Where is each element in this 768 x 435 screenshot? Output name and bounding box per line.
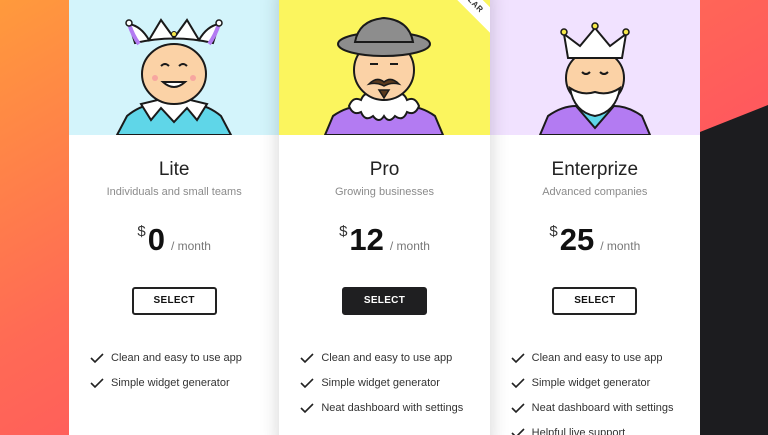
check-icon <box>300 402 314 413</box>
plan-name: Pro <box>369 159 400 180</box>
feature-list: Clean and easy to use app Simple widget … <box>490 345 700 435</box>
feature-label: Neat dashboard with settings <box>531 401 674 414</box>
price-period: / month <box>600 239 641 253</box>
plan-price: $ 0 / month <box>69 222 279 258</box>
price-amount: 0 <box>147 222 165 257</box>
list-item: Simple widget generator <box>300 370 489 395</box>
list-item: Clean and easy to use app <box>511 345 700 370</box>
feature-label: Simple widget generator <box>531 376 651 389</box>
list-item: Clean and easy to use app <box>90 345 279 370</box>
plan-price: $ 12 / month <box>279 222 489 258</box>
check-icon <box>300 352 314 363</box>
plan-card-pro: ULAR Pro Growing businesses $ 12 / month… <box>279 0 490 435</box>
list-item: Simple widget generator <box>90 370 279 395</box>
select-pro-button[interactable]: SELECT <box>341 287 427 315</box>
king-avatar-icon <box>538 22 651 135</box>
plan-hero-lite <box>69 0 280 135</box>
list-item: Simple widget generator <box>511 370 700 395</box>
pricing-cards: Lite Individuals and small teams $ 0 / m… <box>69 0 700 435</box>
plan-description: Individuals and small teams <box>106 186 242 198</box>
select-lite-button[interactable]: SELECT <box>131 287 217 315</box>
select-enterprize-button[interactable]: SELECT <box>552 287 638 315</box>
plan-name: Lite <box>158 159 190 180</box>
check-icon <box>511 352 525 363</box>
feature-label: Clean and easy to use app <box>321 351 453 364</box>
price-currency: $ <box>549 223 558 240</box>
price-period: / month <box>170 239 211 253</box>
feature-label: Clean and easy to use app <box>111 351 242 364</box>
price-amount: 25 <box>559 222 595 257</box>
list-item: Clean and easy to use app <box>300 345 489 370</box>
feature-label: Helpful live support <box>531 426 626 435</box>
plan-card-lite: Lite Individuals and small teams $ 0 / m… <box>69 0 280 435</box>
check-icon <box>511 427 525 435</box>
nobleman-avatar-icon <box>324 16 445 135</box>
plan-description: Growing businesses <box>334 186 435 198</box>
price-period: / month <box>389 239 430 253</box>
plan-hero-pro: ULAR <box>279 0 490 135</box>
plan-hero-enterprize <box>489 0 700 135</box>
plan-name: Enterprize <box>551 159 639 180</box>
feature-list: Clean and easy to use app Simple widget … <box>279 345 489 420</box>
plan-card-enterprize: Enterprize Advanced companies $ 25 / mon… <box>489 0 700 435</box>
feature-label: Neat dashboard with settings <box>321 401 464 414</box>
price-currency: $ <box>339 223 348 240</box>
jester-avatar-icon <box>115 18 233 135</box>
plan-description: Advanced companies <box>542 186 648 198</box>
feature-label: Simple widget generator <box>111 376 230 389</box>
feature-list: Clean and easy to use app Simple widget … <box>69 345 279 395</box>
price-currency: $ <box>137 223 146 240</box>
list-item: Neat dashboard with settings <box>511 395 700 420</box>
check-icon <box>90 352 104 363</box>
check-icon <box>511 377 525 388</box>
plan-price: $ 25 / month <box>490 222 700 258</box>
check-icon <box>511 402 525 413</box>
check-icon <box>90 377 104 388</box>
check-icon <box>300 377 314 388</box>
list-item: Helpful live support <box>511 420 700 435</box>
feature-label: Simple widget generator <box>321 376 440 389</box>
price-amount: 12 <box>349 222 384 257</box>
list-item: Neat dashboard with settings <box>300 395 489 420</box>
feature-label: Clean and easy to use app <box>531 351 663 364</box>
